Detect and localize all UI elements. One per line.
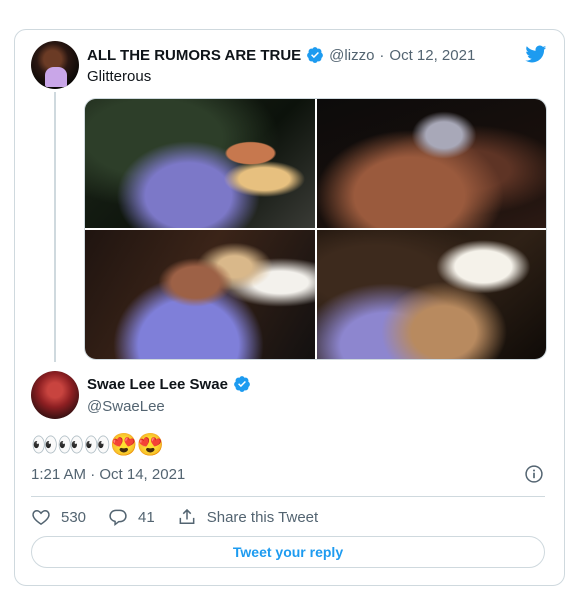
avatar-swaelee[interactable] (31, 371, 79, 419)
like-count: 530 (61, 508, 87, 526)
reply-action[interactable]: 41 (108, 507, 155, 527)
parent-tweet-text: Glitterous (87, 68, 152, 85)
divider (31, 496, 545, 497)
tweet-reply-button[interactable]: Tweet your reply (31, 536, 545, 568)
photo-3[interactable] (85, 230, 315, 359)
parent-handle[interactable]: @lizzo (329, 47, 374, 64)
reply-count: 41 (138, 508, 155, 526)
reply-icon (109, 509, 127, 527)
avatar-lizzo[interactable] (31, 41, 79, 89)
thread-connector-line (54, 92, 56, 362)
photo-4[interactable] (317, 230, 546, 359)
media-grid (84, 98, 547, 360)
tweet-timestamp[interactable]: 1:21 AM · Oct 14, 2021 (31, 466, 185, 483)
parent-tweet-header: ALL THE RUMORS ARE TRUE @lizzo · Oct 12,… (87, 44, 475, 66)
like-action[interactable]: 530 (31, 507, 86, 527)
main-display-name[interactable]: Swae Lee Lee Swae (87, 376, 228, 393)
main-display-name-row: Swae Lee Lee Swae (87, 375, 251, 393)
main-tweet-text: 👀👀👀😍😍 (31, 432, 164, 457)
parent-display-name[interactable]: ALL THE RUMORS ARE TRUE (87, 47, 301, 64)
parent-date[interactable]: Oct 12, 2021 (389, 47, 475, 64)
info-icon[interactable] (524, 464, 544, 484)
share-action[interactable]: Share this Tweet (177, 507, 318, 527)
main-handle[interactable]: @SwaeLee (87, 398, 165, 415)
share-icon (179, 508, 195, 524)
action-bar: 530 41 Share this Tweet (31, 505, 340, 529)
verified-badge-icon (307, 47, 324, 63)
twitter-bird-icon[interactable] (523, 43, 548, 65)
share-label: Share this Tweet (206, 508, 319, 526)
heart-icon (32, 509, 50, 525)
separator-dot: · (379, 46, 385, 64)
verified-badge-icon (234, 376, 250, 392)
photo-1[interactable] (85, 99, 315, 228)
photo-2[interactable] (317, 99, 546, 228)
